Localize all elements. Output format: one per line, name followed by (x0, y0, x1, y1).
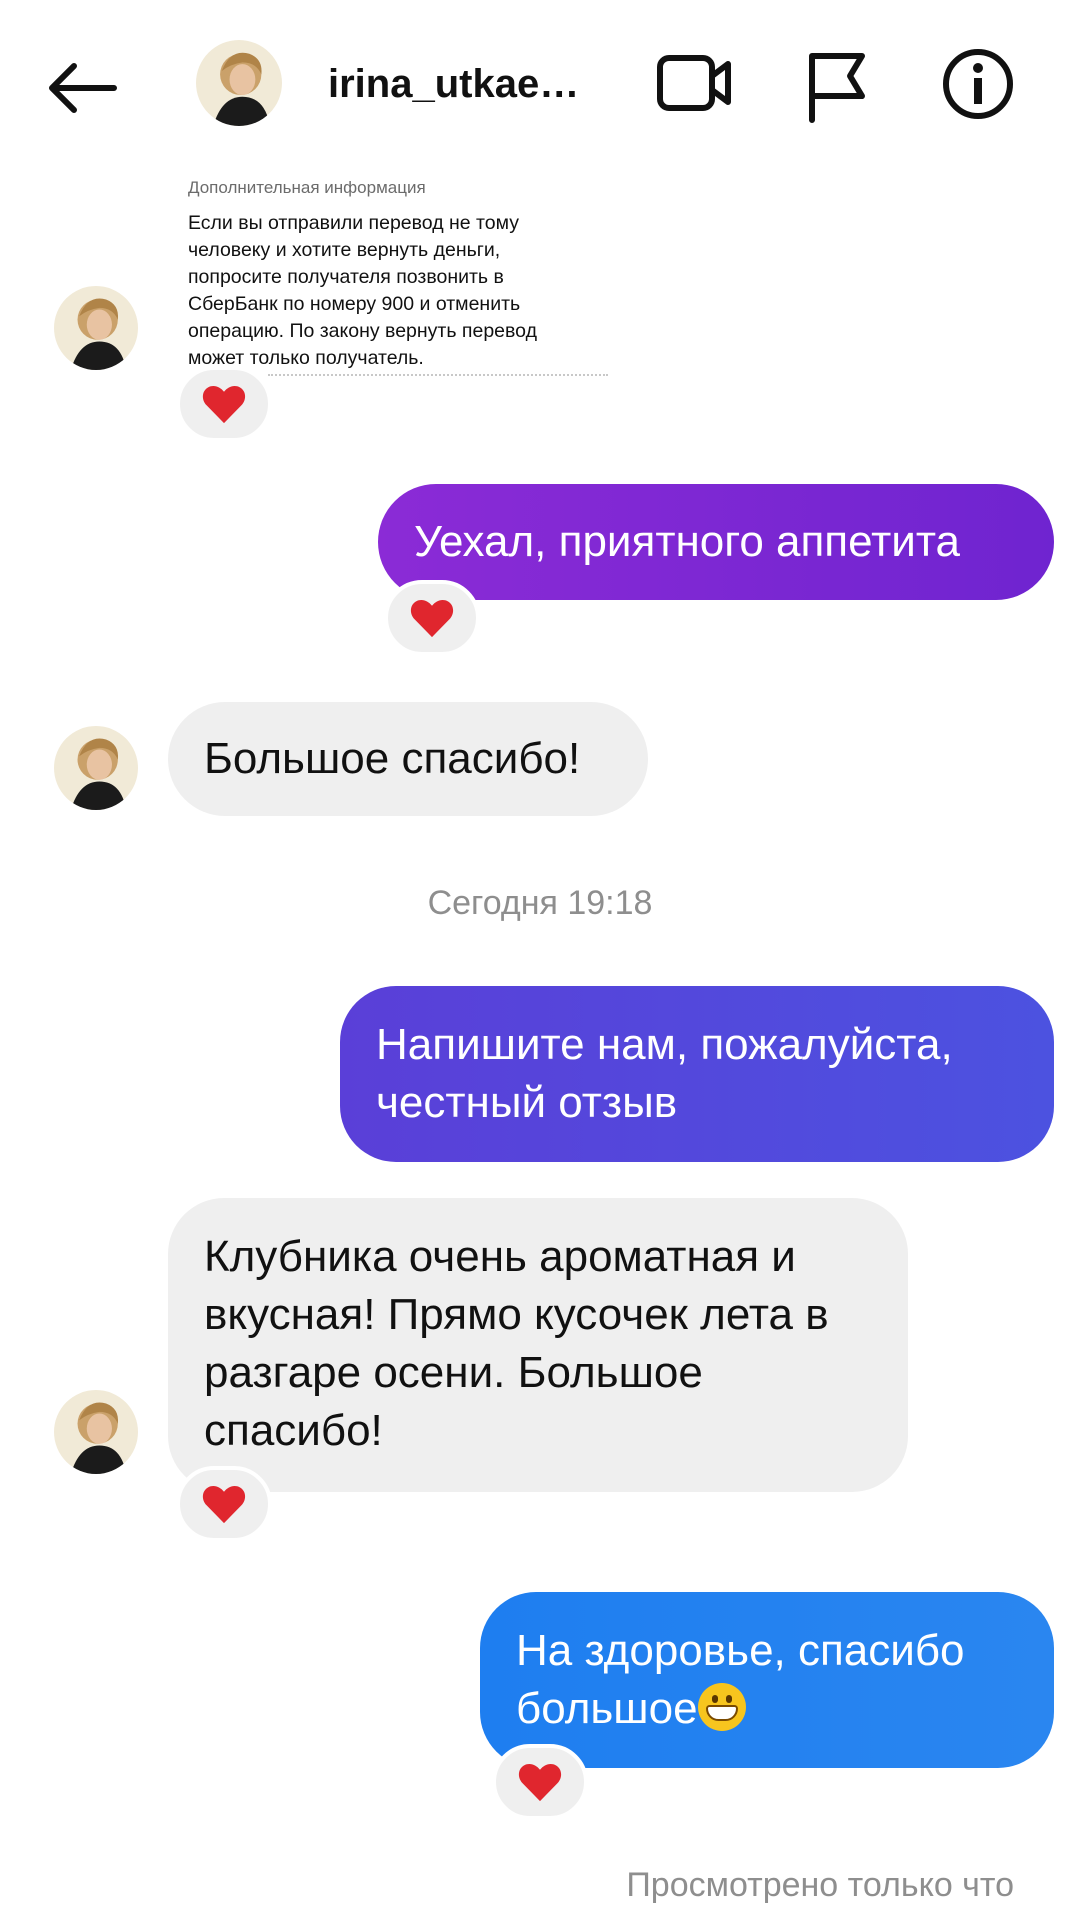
header-avatar[interactable] (196, 40, 282, 126)
heart-icon (201, 1483, 247, 1525)
heart-reaction[interactable] (176, 1466, 272, 1542)
report-flag-icon[interactable] (804, 50, 868, 124)
incoming-message[interactable]: Большое спасибо! (168, 702, 648, 816)
incoming-message[interactable]: Клубника очень ароматная и вкусная! Прям… (168, 1198, 908, 1492)
message-text: Уехал, приятного аппетита (414, 517, 961, 566)
shared-image-message[interactable]: Дополнительная информация Если вы отправ… (168, 170, 608, 380)
heart-icon (517, 1761, 563, 1803)
avatar-image (54, 726, 138, 810)
outgoing-message[interactable]: Уехал, приятного аппетита (378, 484, 1054, 600)
avatar-image (54, 286, 138, 370)
sender-avatar[interactable] (54, 286, 138, 370)
shared-card-label: Дополнительная информация (188, 178, 426, 197)
info-icon[interactable] (942, 48, 1014, 120)
message-text: Напишите нам, пожалуйста, честный отзыв (376, 1020, 953, 1127)
chat-username[interactable]: irina_utkae… (328, 62, 579, 107)
heart-reaction[interactable] (384, 580, 480, 656)
timestamp-divider: Сегодня 19:18 (427, 884, 653, 922)
sender-avatar[interactable] (54, 726, 138, 810)
sender-avatar[interactable] (54, 1390, 138, 1474)
heart-reaction[interactable] (492, 1744, 588, 1820)
back-arrow-icon[interactable] (44, 58, 124, 118)
grinning-face-emoji (697, 1683, 746, 1731)
heart-icon (409, 597, 455, 639)
shared-card-body: Если вы отправили перевод не тому челове… (188, 212, 537, 369)
heart-icon (201, 383, 247, 425)
avatar-image (54, 1390, 138, 1474)
seen-status: Просмотрено только что (626, 1866, 1014, 1904)
outgoing-message[interactable]: На здоровье, спасибо большое (480, 1592, 1054, 1768)
message-text: Большое спасибо! (204, 734, 581, 783)
video-call-icon[interactable] (656, 50, 732, 116)
message-text: Клубника очень ароматная и вкусная! Прям… (204, 1232, 829, 1455)
avatar-image (196, 40, 282, 126)
heart-reaction[interactable] (176, 366, 272, 442)
divider (268, 374, 608, 376)
outgoing-message[interactable]: Напишите нам, пожалуйста, честный отзыв (340, 986, 1054, 1162)
